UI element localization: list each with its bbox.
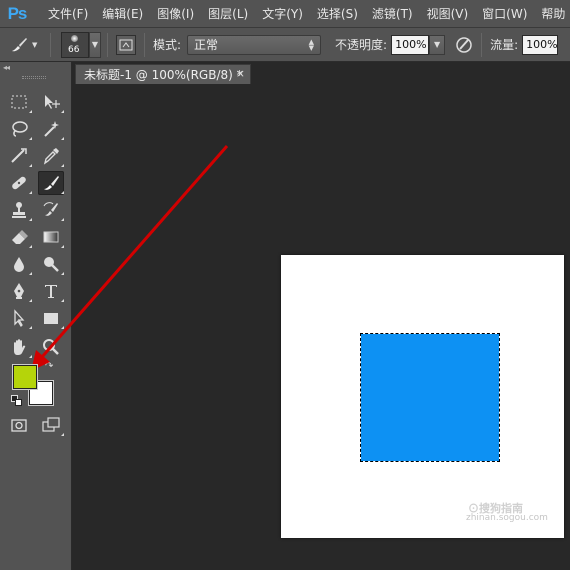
- crop-tool[interactable]: [6, 144, 32, 168]
- path-selection-tool[interactable]: [6, 306, 32, 330]
- gradient-tool[interactable]: [38, 225, 64, 249]
- chevron-down-icon: ▼: [434, 40, 441, 49]
- history-brush-icon: [43, 202, 58, 216]
- type-tool[interactable]: [38, 279, 64, 303]
- hand-tool[interactable]: [6, 335, 32, 359]
- opacity-dropdown[interactable]: ▼: [429, 34, 446, 55]
- crop-icon: [11, 148, 27, 163]
- tool-preset-picker[interactable]: ▼: [8, 34, 50, 56]
- brush-tool[interactable]: [38, 171, 64, 195]
- foreground-color-swatch[interactable]: [12, 364, 38, 390]
- updown-icon: ▲ ▼: [308, 37, 315, 52]
- lasso-icon: [12, 121, 28, 137]
- divider: [144, 32, 145, 57]
- eraser-tool[interactable]: [6, 225, 32, 249]
- drop-icon: [14, 257, 24, 272]
- move-tool[interactable]: [38, 90, 64, 114]
- collapse-icon[interactable]: ◂◂: [3, 63, 10, 72]
- brush-icon: [44, 176, 59, 190]
- hand-icon: [14, 339, 26, 355]
- menu-help[interactable]: 帮助: [541, 5, 565, 22]
- rectangle-icon: [44, 313, 58, 324]
- gradient-icon: [43, 231, 59, 243]
- brush-size-dropdown[interactable]: ▼: [89, 31, 101, 58]
- opacity-label: 不透明度:: [335, 38, 388, 52]
- watermark-url: zhinan.sogou.com: [466, 513, 548, 523]
- flow-label: 流量:: [490, 38, 519, 52]
- close-icon[interactable]: ×: [236, 67, 245, 80]
- clone-stamp-tool[interactable]: [6, 198, 32, 222]
- marquee-selection: [360, 333, 500, 462]
- chevron-down-icon: ▼: [91, 40, 99, 49]
- menu-select[interactable]: 选择(S): [317, 5, 358, 22]
- pressure-opacity-toggle[interactable]: [453, 34, 475, 56]
- options-bar: ▼ 66 ▼ 模式: 正常 ▲ ▼ 不透明度: 100% ▼ 流量: 100%: [0, 28, 570, 62]
- mode-select[interactable]: 正常 ▲ ▼: [187, 34, 322, 55]
- move-icon: [45, 95, 60, 109]
- divider: [481, 32, 483, 57]
- screen-mode-icon: [42, 417, 60, 432]
- menu-type[interactable]: 文字(Y): [262, 5, 303, 22]
- brush-tip-icon: [71, 34, 78, 42]
- panel-grip[interactable]: [22, 76, 46, 79]
- menu-window[interactable]: 窗口(W): [482, 5, 527, 22]
- pen-tool[interactable]: [6, 279, 32, 303]
- history-brush-tool[interactable]: [38, 198, 64, 222]
- menu-layer[interactable]: 图层(L): [208, 5, 248, 22]
- zoom-tool[interactable]: [38, 335, 64, 359]
- magnifier-icon: [43, 339, 59, 355]
- eraser-icon: [12, 230, 28, 244]
- menu-file[interactable]: 文件(F): [48, 5, 88, 22]
- dodge-tool[interactable]: [38, 252, 64, 276]
- mode-value: 正常: [194, 38, 219, 52]
- marquee-icon: [11, 95, 27, 109]
- menu-edit[interactable]: 编辑(E): [102, 5, 143, 22]
- quick-mask-button[interactable]: [6, 413, 32, 437]
- eyedropper-icon: [43, 148, 59, 165]
- brush-size-value: 66: [68, 44, 80, 55]
- photoshop-logo: Ps: [7, 3, 28, 23]
- quick-mask-icon: [11, 419, 27, 432]
- rectangle-tool[interactable]: [38, 306, 64, 330]
- marquee-tool[interactable]: [6, 90, 32, 114]
- mode-label: 模式:: [153, 38, 182, 52]
- magic-wand-tool[interactable]: [38, 117, 64, 141]
- healing-brush-tool[interactable]: [6, 171, 32, 195]
- divider: [107, 32, 108, 57]
- document-tab-title: 未标题-1 @ 100%(RGB/8) *: [84, 68, 243, 82]
- default-colors-icon[interactable]: [11, 395, 23, 407]
- flow-field[interactable]: 100%: [522, 34, 559, 55]
- magic-wand-icon: [44, 121, 59, 137]
- pen-icon: [14, 283, 24, 299]
- menu-filter[interactable]: 滤镜(T): [372, 5, 413, 22]
- arrow-pointer-icon: [14, 309, 25, 328]
- brush-panel-toggle[interactable]: [116, 34, 136, 55]
- dodge-icon: [44, 257, 59, 272]
- opacity-field[interactable]: 100%: [391, 34, 430, 55]
- menu-image[interactable]: 图像(I): [157, 5, 194, 22]
- lasso-tool[interactable]: [6, 117, 32, 141]
- brush-size-picker[interactable]: 66: [61, 31, 89, 58]
- blur-tool[interactable]: [6, 252, 32, 276]
- screen-mode-button[interactable]: [38, 413, 64, 437]
- type-icon: [45, 285, 57, 298]
- bandage-icon: [12, 176, 26, 190]
- swap-colors-icon[interactable]: ↷: [45, 361, 53, 372]
- menu-bar: Ps 文件(F) 编辑(E) 图像(I) 图层(L) 文字(Y) 选择(S) 滤…: [0, 0, 570, 28]
- menu-view[interactable]: 视图(V): [427, 5, 469, 22]
- document-tab[interactable]: 未标题-1 @ 100%(RGB/8) * ×: [75, 64, 251, 84]
- brush-icon: [12, 37, 27, 51]
- stamp-icon: [12, 202, 26, 218]
- brush-panel-icon: [119, 39, 133, 50]
- eyedropper-tool[interactable]: [38, 144, 64, 168]
- divider: [50, 32, 51, 57]
- tablet-pressure-icon: [456, 36, 472, 53]
- chevron-down-icon: ▼: [32, 40, 38, 49]
